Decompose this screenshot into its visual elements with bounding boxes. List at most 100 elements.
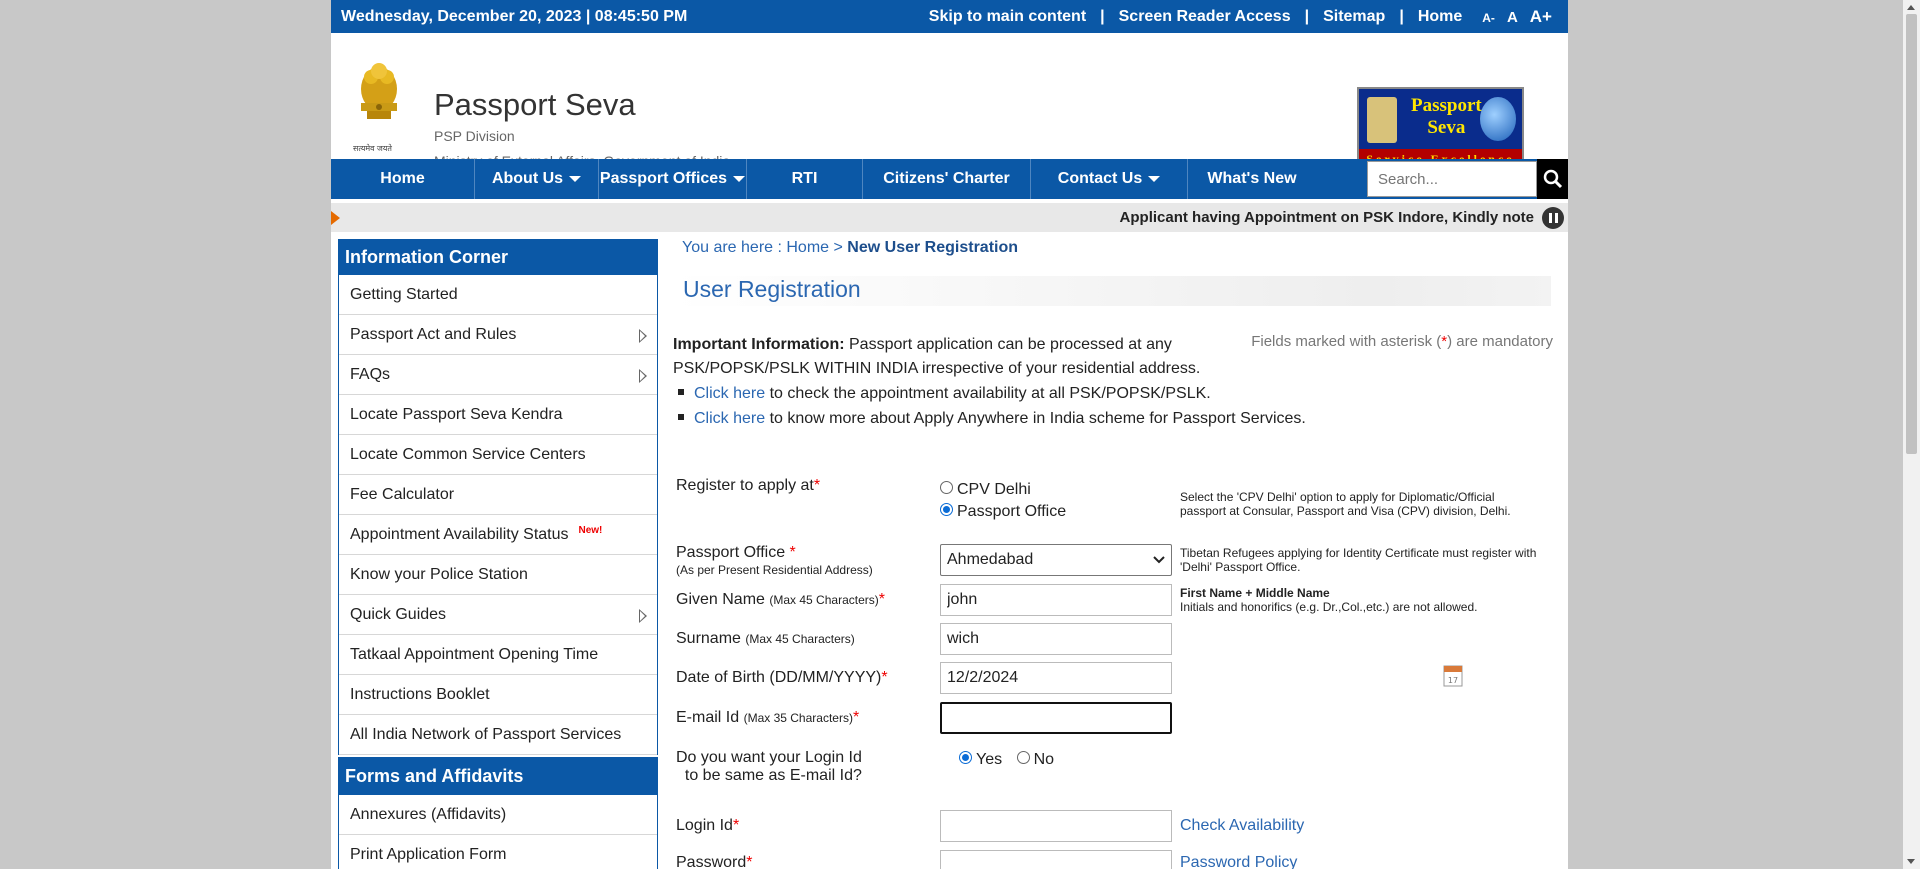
sidebar-item-getting-started[interactable]: Getting Started	[339, 275, 657, 315]
sidebar-item-locate-psk[interactable]: Locate Passport Seva Kendra	[339, 395, 657, 435]
separator: |	[1100, 7, 1105, 25]
sidebar-item-print-form[interactable]: Print Application Form	[339, 835, 657, 869]
given-name-label: Given Name (Max 45 Characters)*	[676, 591, 885, 608]
appointment-availability-link[interactable]: Click here	[694, 385, 765, 402]
skip-to-main-link[interactable]: Skip to main content	[929, 8, 1086, 26]
sidebar-item-tatkaal[interactable]: Tatkaal Appointment Opening Time	[339, 635, 657, 675]
page-scrollbar[interactable]	[1903, 0, 1920, 869]
search-box	[1367, 159, 1568, 199]
home-link[interactable]: Home	[1418, 8, 1462, 26]
sidebar-item-instructions-booklet[interactable]: Instructions Booklet	[339, 675, 657, 715]
check-availability-link[interactable]: Check Availability	[1180, 817, 1304, 835]
same-login-label: Do you want your Login Id to be same as …	[676, 749, 862, 784]
nav-home[interactable]: Home	[331, 159, 475, 199]
apply-anywhere-link[interactable]: Click here	[694, 410, 765, 427]
caret-down-icon	[569, 176, 582, 182]
sidebar-item-all-india-network[interactable]: All India Network of Passport Services	[339, 715, 657, 755]
search-button[interactable]	[1537, 159, 1568, 199]
sidebar-item-police-station[interactable]: Know your Police Station	[339, 555, 657, 595]
page-title: User Registration	[683, 276, 861, 302]
passport-office-value: Ahmedabad	[947, 551, 1034, 568]
scrollbar-thumb[interactable]	[1906, 14, 1917, 454]
site-title[interactable]: Passport Seva	[434, 87, 636, 123]
font-size-controls: A- A A+	[1476, 7, 1558, 27]
screen-reader-link[interactable]: Screen Reader Access	[1119, 8, 1291, 26]
sidebar-item-fee-calculator[interactable]: Fee Calculator	[339, 475, 657, 515]
dob-input[interactable]	[940, 662, 1172, 694]
bullet-icon	[678, 388, 684, 395]
given-name-input[interactable]	[940, 584, 1172, 616]
email-input[interactable]	[940, 702, 1172, 734]
expand-arrow-icon	[639, 329, 647, 343]
passport-office-select[interactable]: Ahmedabad	[940, 544, 1172, 576]
email-label: E-mail Id (Max 35 Characters)*	[676, 709, 860, 726]
mandatory-note: Fields marked with asterisk (*) are mand…	[1251, 333, 1553, 350]
top-bar: Wednesday, December 20, 2023 | 08:45:50 …	[331, 0, 1568, 33]
emblem-caption: सत्यमेव जयते	[353, 144, 392, 153]
info-heading: Important Information:	[673, 336, 845, 353]
login-id-label: Login Id*	[676, 817, 740, 834]
site-header: सत्यमेव जयते Passport Seva PSP Division …	[331, 33, 1568, 171]
expand-arrow-icon	[639, 369, 647, 383]
font-normal-button[interactable]: A	[1507, 9, 1518, 26]
password-policy-link[interactable]: Password Policy	[1180, 854, 1297, 869]
login-id-input[interactable]	[940, 810, 1172, 842]
breadcrumb-prefix: You are here :	[682, 239, 787, 256]
font-decrease-button[interactable]: A-	[1482, 11, 1495, 25]
given-name-note: First Name + Middle Name Initials and hon…	[1180, 586, 1478, 614]
nav-rti[interactable]: RTI	[747, 159, 863, 199]
tibetan-refugee-note: Tibetan Refugees applying for Identity C…	[1180, 546, 1537, 574]
top-links: Skip to main content | Screen Reader Acc…	[929, 7, 1558, 27]
site-division: PSP Division	[434, 128, 515, 144]
information-corner-heading: Information Corner	[338, 239, 658, 275]
sidebar-item-faqs[interactable]: FAQs	[339, 355, 657, 395]
sidebar-item-annexures[interactable]: Annexures (Affidavits)	[339, 795, 657, 835]
password-label: Password*	[676, 854, 753, 869]
radio-yes[interactable]	[959, 751, 972, 765]
page: Wednesday, December 20, 2023 | 08:45:50 …	[331, 0, 1568, 869]
caret-down-icon	[733, 176, 746, 182]
nav-contact-us[interactable]: Contact Us	[1031, 159, 1188, 199]
ticker-text[interactable]: Applicant having Appointment on PSK Indo…	[1120, 209, 1534, 226]
option-cpv-delhi[interactable]: CPV Delhi	[940, 481, 1066, 499]
nav-whats-new[interactable]: What's New	[1188, 159, 1316, 199]
bullet-text: to check the appointment availability at…	[765, 385, 1211, 402]
password-input[interactable]	[940, 850, 1172, 869]
register-at-options: CPV Delhi Passport Office	[940, 481, 1066, 521]
bullet-appointment-availability: Click here to check the appointment avai…	[678, 385, 1211, 403]
surname-input[interactable]	[940, 623, 1172, 655]
radio-no[interactable]	[1016, 751, 1030, 765]
bullet-text: to know more about Apply Anywhere in Ind…	[765, 410, 1306, 427]
breadcrumb-home-link[interactable]: Home	[786, 239, 829, 256]
sidebar: Information Corner Getting Started Passp…	[338, 239, 658, 869]
logo-text: Passport Seva	[1411, 95, 1482, 138]
sidebar-item-passport-act[interactable]: Passport Act and Rules	[339, 315, 657, 355]
separator: |	[1304, 7, 1310, 25]
radio-passport-office[interactable]	[940, 503, 953, 517]
breadcrumb: You are here : Home > New User Registrat…	[682, 239, 1018, 257]
scroll-down-icon[interactable]	[1907, 859, 1915, 864]
dob-label: Date of Birth (DD/MM/YYYY)*	[676, 669, 888, 686]
nav-citizens-charter[interactable]: Citizens' Charter	[863, 159, 1031, 199]
bullet-apply-anywhere: Click here to know more about Apply Anyw…	[678, 410, 1306, 428]
pause-icon[interactable]	[1542, 207, 1564, 229]
sidebar-item-locate-csc[interactable]: Locate Common Service Centers	[339, 435, 657, 475]
globe-icon	[1480, 97, 1516, 141]
expand-arrow-icon	[639, 609, 647, 623]
calendar-icon[interactable]: 17	[1443, 663, 1463, 687]
nav-about-us[interactable]: About Us	[475, 159, 599, 199]
information-corner-list: Getting Started Passport Act and Rules F…	[338, 275, 658, 755]
forms-affidavits-heading: Forms and Affidavits	[338, 757, 658, 795]
sidebar-item-quick-guides[interactable]: Quick Guides	[339, 595, 657, 635]
nav-passport-offices[interactable]: Passport Offices	[599, 159, 747, 199]
search-input[interactable]	[1367, 161, 1537, 197]
surname-label: Surname (Max 45 Characters)	[676, 630, 855, 647]
font-increase-button[interactable]: A+	[1530, 7, 1552, 26]
option-yes[interactable]: Yes	[959, 751, 1002, 768]
sitemap-link[interactable]: Sitemap	[1323, 8, 1385, 26]
radio-cpv-delhi[interactable]	[940, 481, 953, 495]
option-passport-office[interactable]: Passport Office	[940, 503, 1066, 521]
option-no[interactable]: No	[1016, 751, 1054, 768]
scroll-up-icon[interactable]	[1907, 5, 1915, 10]
sidebar-item-appointment-availability[interactable]: Appointment Availability Status New!	[339, 515, 657, 555]
